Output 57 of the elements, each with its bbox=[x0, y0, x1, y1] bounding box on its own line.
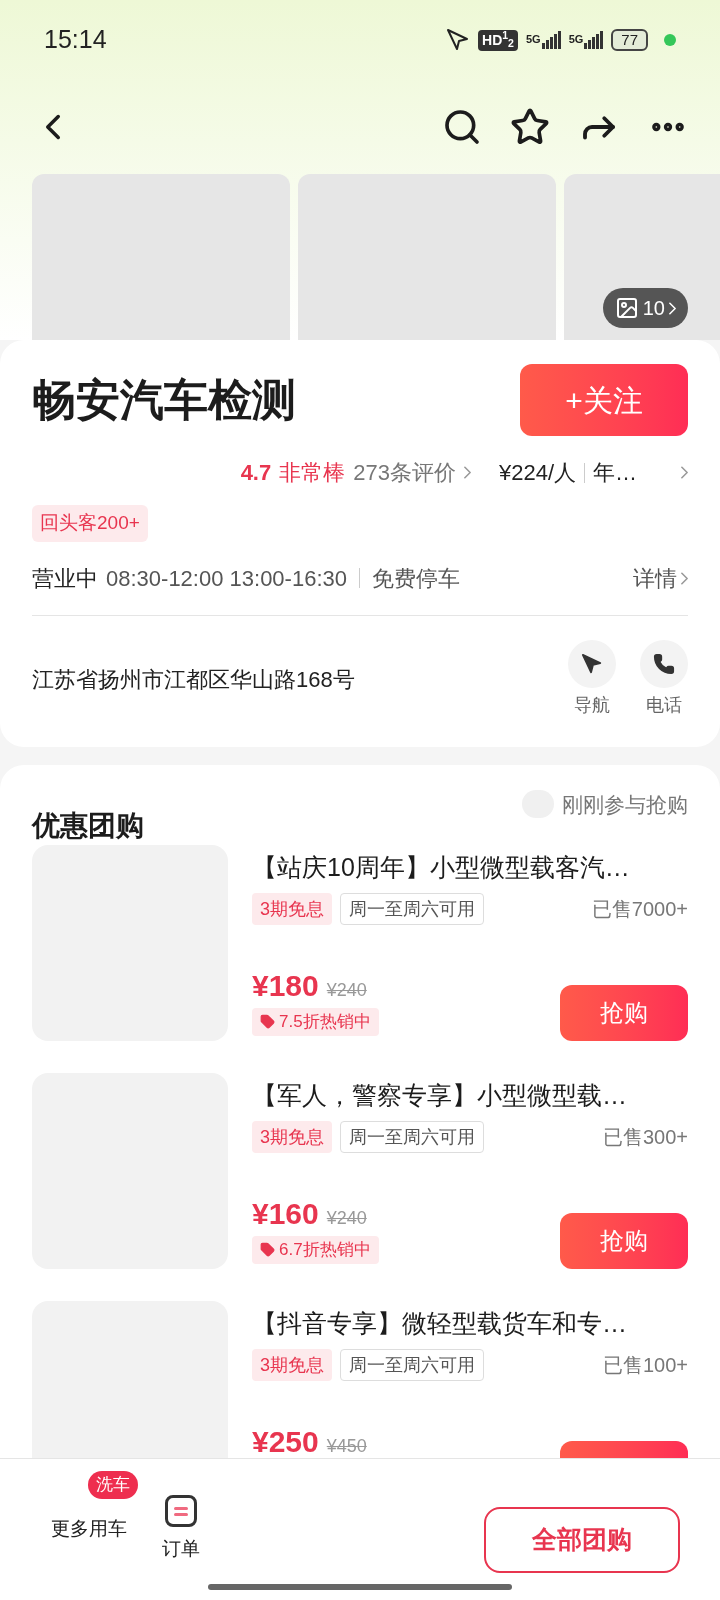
signal-indicator: 5G bbox=[525, 31, 561, 49]
usage-tag: 周一至周六可用 bbox=[340, 892, 484, 925]
promo-tag: 3期免息 bbox=[252, 892, 332, 925]
rating-label: 非常棒 bbox=[279, 459, 346, 487]
chevron-icon bbox=[669, 301, 676, 315]
photo-count: 10 bbox=[642, 296, 665, 321]
promo-tag: 3期免息 bbox=[252, 1348, 332, 1381]
usage-tag: 周一至周六可用 bbox=[340, 1120, 484, 1153]
car-wash-badge: 洗车 bbox=[88, 1471, 138, 1499]
navigation-icon bbox=[581, 652, 603, 675]
business-hours: 08:30-12:00 13:00-16:30 bbox=[106, 564, 347, 593]
sold-count: 已售7000+ bbox=[591, 896, 688, 922]
section-title: 优惠团购 bbox=[32, 808, 144, 843]
original-price: ¥240 bbox=[326, 978, 367, 1002]
chevron-icon bbox=[463, 466, 471, 479]
discount-text: 6.7折热销中 bbox=[279, 1238, 371, 1261]
search-icon[interactable] bbox=[442, 107, 482, 147]
battery-indicator: 77 bbox=[611, 29, 648, 51]
shop-address: 江苏省扬州市江都区华山路168号 bbox=[32, 665, 355, 694]
original-price: ¥450 bbox=[326, 1434, 367, 1458]
original-price: ¥240 bbox=[326, 1206, 367, 1230]
info-text: 年… bbox=[593, 459, 638, 487]
rating-score: 4.7 bbox=[240, 459, 272, 487]
sold-count: 已售100+ bbox=[602, 1352, 688, 1378]
chevron-icon bbox=[681, 571, 688, 585]
photo-count-button[interactable]: 10 bbox=[602, 288, 688, 328]
phone-icon bbox=[653, 652, 675, 675]
image-icon bbox=[614, 296, 639, 320]
tag-icon bbox=[260, 1014, 275, 1029]
promo-tag: 3期免息 bbox=[252, 1120, 332, 1153]
deal-title[interactable]: 【军人，警察专享】小型微型载… bbox=[252, 1076, 688, 1113]
all-deals-button[interactable]: 全部团购 bbox=[484, 1507, 680, 1573]
deal-title[interactable]: 【抖音专享】微轻型载货车和专… bbox=[252, 1304, 688, 1341]
repeat-customer-tag: 回头客200+ bbox=[32, 505, 148, 542]
reviews-link[interactable]: 273条评价 bbox=[353, 456, 456, 489]
usage-tag: 周一至周六可用 bbox=[340, 1348, 484, 1381]
signal-indicator: 5G bbox=[568, 31, 604, 49]
status-time: 15:14 bbox=[44, 24, 107, 56]
orders-icon bbox=[165, 1495, 197, 1527]
orders-tab[interactable]: 订单 bbox=[162, 1471, 200, 1564]
details-link[interactable]: 详情 bbox=[633, 561, 688, 595]
deal-price: ¥250 bbox=[252, 1424, 319, 1458]
location-icon bbox=[446, 28, 470, 52]
sold-count: 已售300+ bbox=[602, 1124, 688, 1150]
shop-name: 畅安汽车检测 bbox=[32, 374, 296, 426]
star-icon[interactable] bbox=[510, 107, 550, 147]
price-per-person: ¥224/人 bbox=[498, 459, 576, 487]
business-status: 营业中 bbox=[32, 564, 98, 593]
parking-info: 免费停车 bbox=[372, 564, 460, 593]
deal-title[interactable]: 【站庆10周年】小型微型载客汽… bbox=[252, 848, 688, 885]
tag-icon bbox=[260, 1242, 275, 1257]
purchase-ticker: 刚刚参与抢购 bbox=[562, 791, 688, 818]
discount-text: 7.5折热销中 bbox=[279, 1010, 371, 1033]
more-cars-tab[interactable]: 洗车 更多用车 bbox=[40, 1471, 138, 1544]
chevron-icon[interactable] bbox=[681, 466, 688, 479]
deal-price: ¥180 bbox=[252, 968, 319, 1003]
deal-price: ¥160 bbox=[252, 1196, 319, 1231]
